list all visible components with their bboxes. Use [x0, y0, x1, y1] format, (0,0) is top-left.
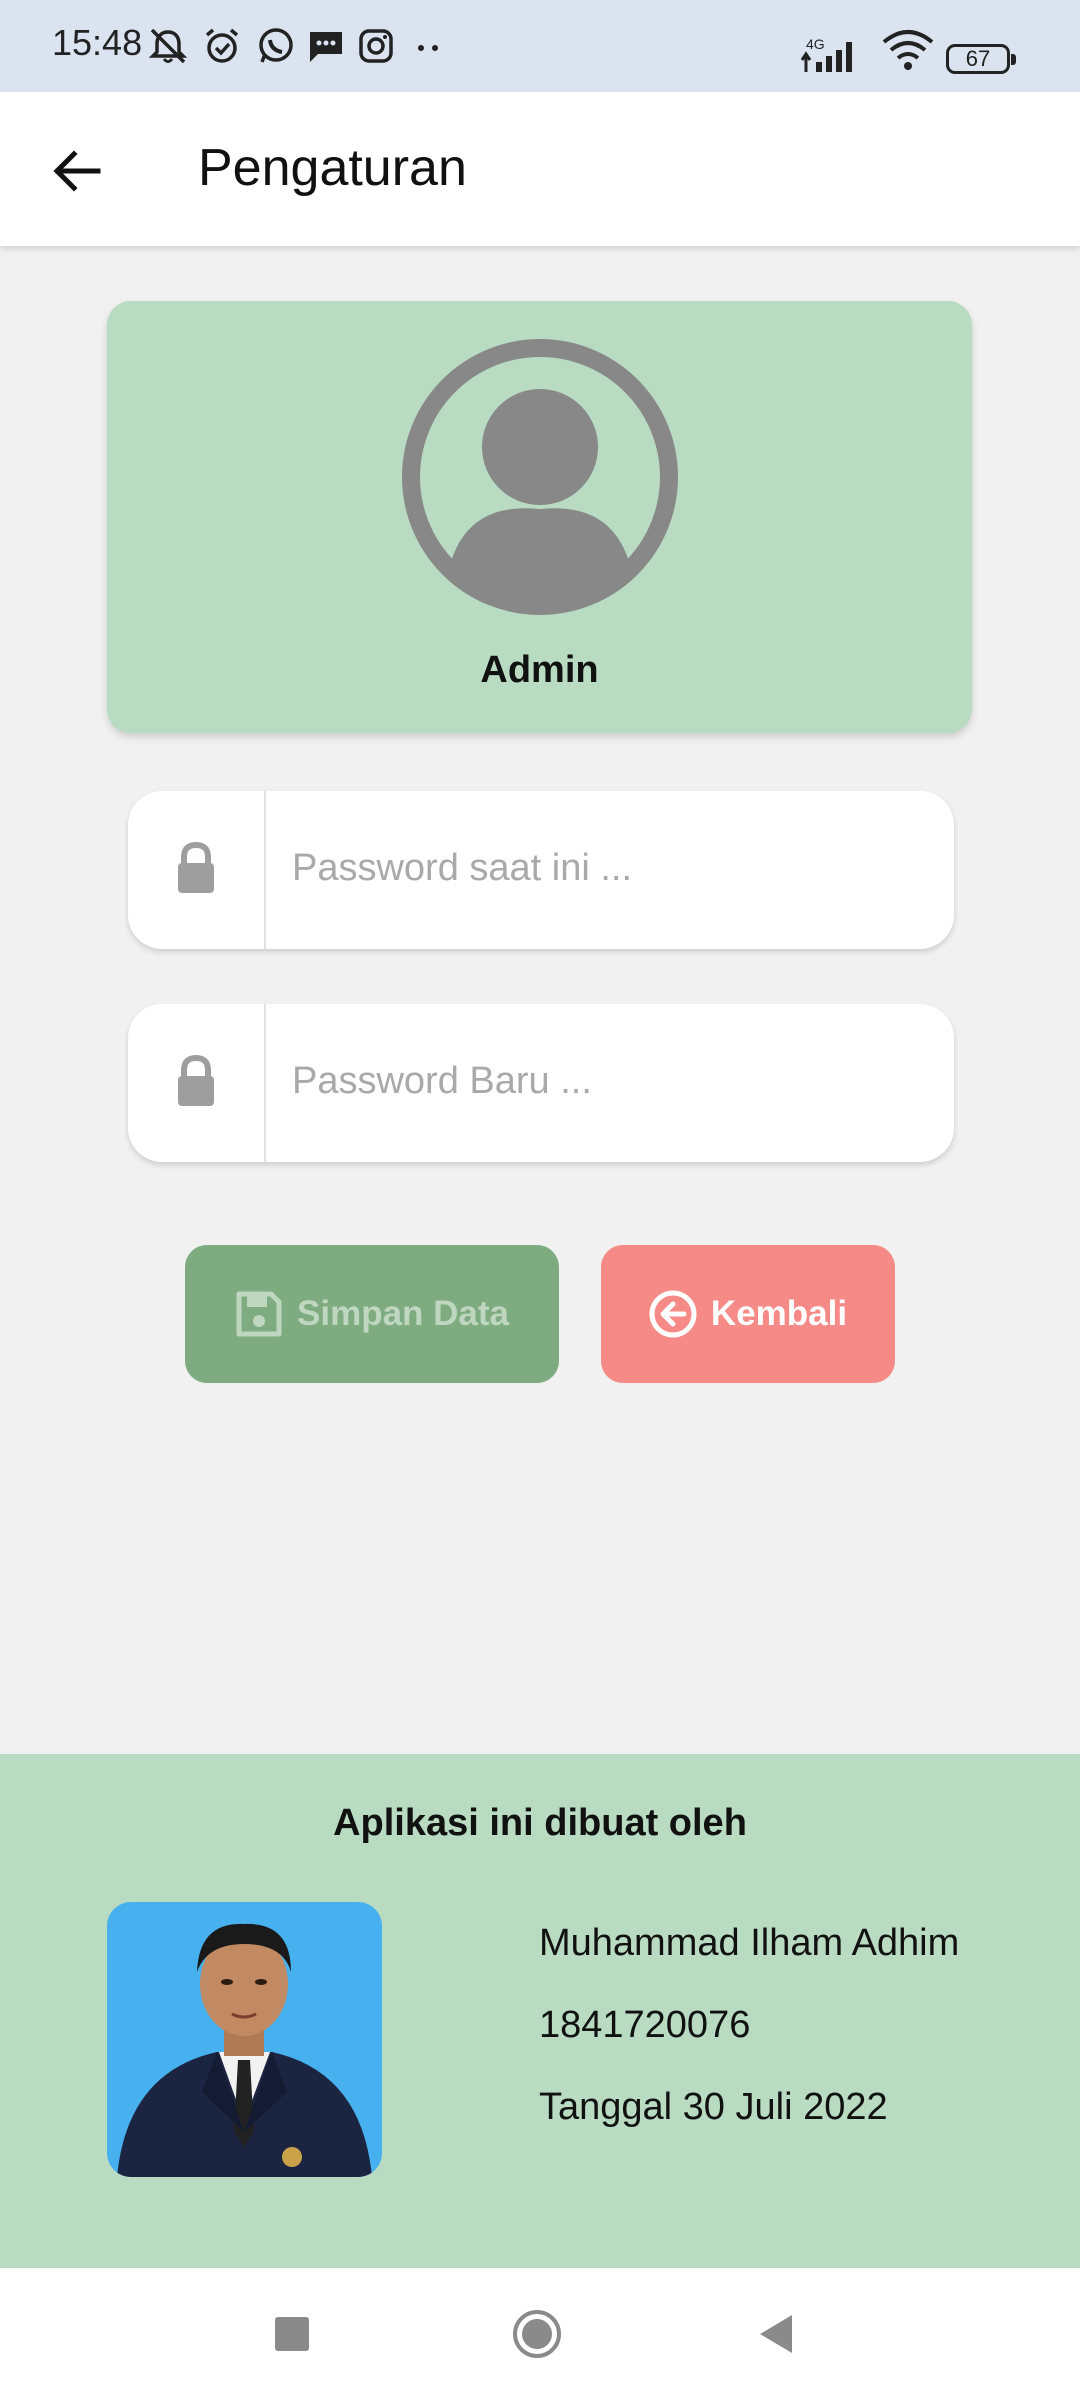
system-nav-bar	[0, 2268, 1080, 2400]
signal-icon	[800, 42, 852, 72]
new-password-input[interactable]: Password Baru ...	[292, 1060, 592, 1103]
recent-apps-icon[interactable]	[272, 2314, 312, 2354]
footer-heading: Aplikasi ini dibuat oleh	[333, 1802, 747, 1844]
lock-icon	[178, 841, 214, 893]
lock-icon	[178, 1054, 214, 1106]
back-button-label: Kembali	[710, 1294, 848, 1333]
profile-name: Admin	[480, 649, 599, 691]
instagram-icon	[359, 29, 393, 63]
mute-icon	[148, 28, 188, 64]
app-bar: Pengaturan	[0, 92, 1080, 246]
footer-credits: Aplikasi ini dibuat oleh Muhammad Ilham …	[0, 1754, 1080, 2268]
alarm-icon	[205, 28, 239, 63]
circle-arrow-left-icon	[649, 1290, 697, 1338]
author-id: 1841720076	[539, 2004, 751, 2046]
current-password-field[interactable]: Password saat ini ...	[128, 791, 954, 949]
save-button[interactable]: Simpan Data	[185, 1245, 559, 1383]
floppy-disk-icon	[236, 1291, 282, 1337]
author-photo	[107, 1902, 382, 2177]
whatsapp-icon	[259, 28, 293, 63]
profile-card: Admin	[107, 301, 972, 733]
back-button[interactable]: Kembali	[601, 1245, 895, 1383]
user-avatar-icon	[402, 339, 678, 615]
back-triangle-icon[interactable]	[756, 2312, 796, 2356]
page-title: Pengaturan	[198, 139, 467, 197]
more-dots-icon	[418, 45, 438, 51]
save-button-label: Simpan Data	[297, 1294, 509, 1333]
battery-icon: 67	[946, 44, 1016, 74]
author-name: Muhammad Ilham Adhim	[539, 1922, 960, 1964]
lock-icon-box	[128, 791, 266, 949]
status-bar: 15:48 4G 67	[0, 0, 1080, 92]
message-icon	[310, 32, 342, 62]
current-password-input[interactable]: Password saat ini ...	[292, 847, 632, 890]
wifi-icon	[882, 30, 934, 70]
new-password-field[interactable]: Password Baru ...	[128, 1004, 954, 1162]
arrow-left-icon[interactable]	[52, 146, 102, 196]
status-time: 15:48	[52, 22, 143, 63]
home-icon[interactable]	[511, 2308, 563, 2360]
lock-icon-box	[128, 1004, 266, 1162]
creation-date: Tanggal 30 Juli 2022	[539, 2086, 888, 2128]
